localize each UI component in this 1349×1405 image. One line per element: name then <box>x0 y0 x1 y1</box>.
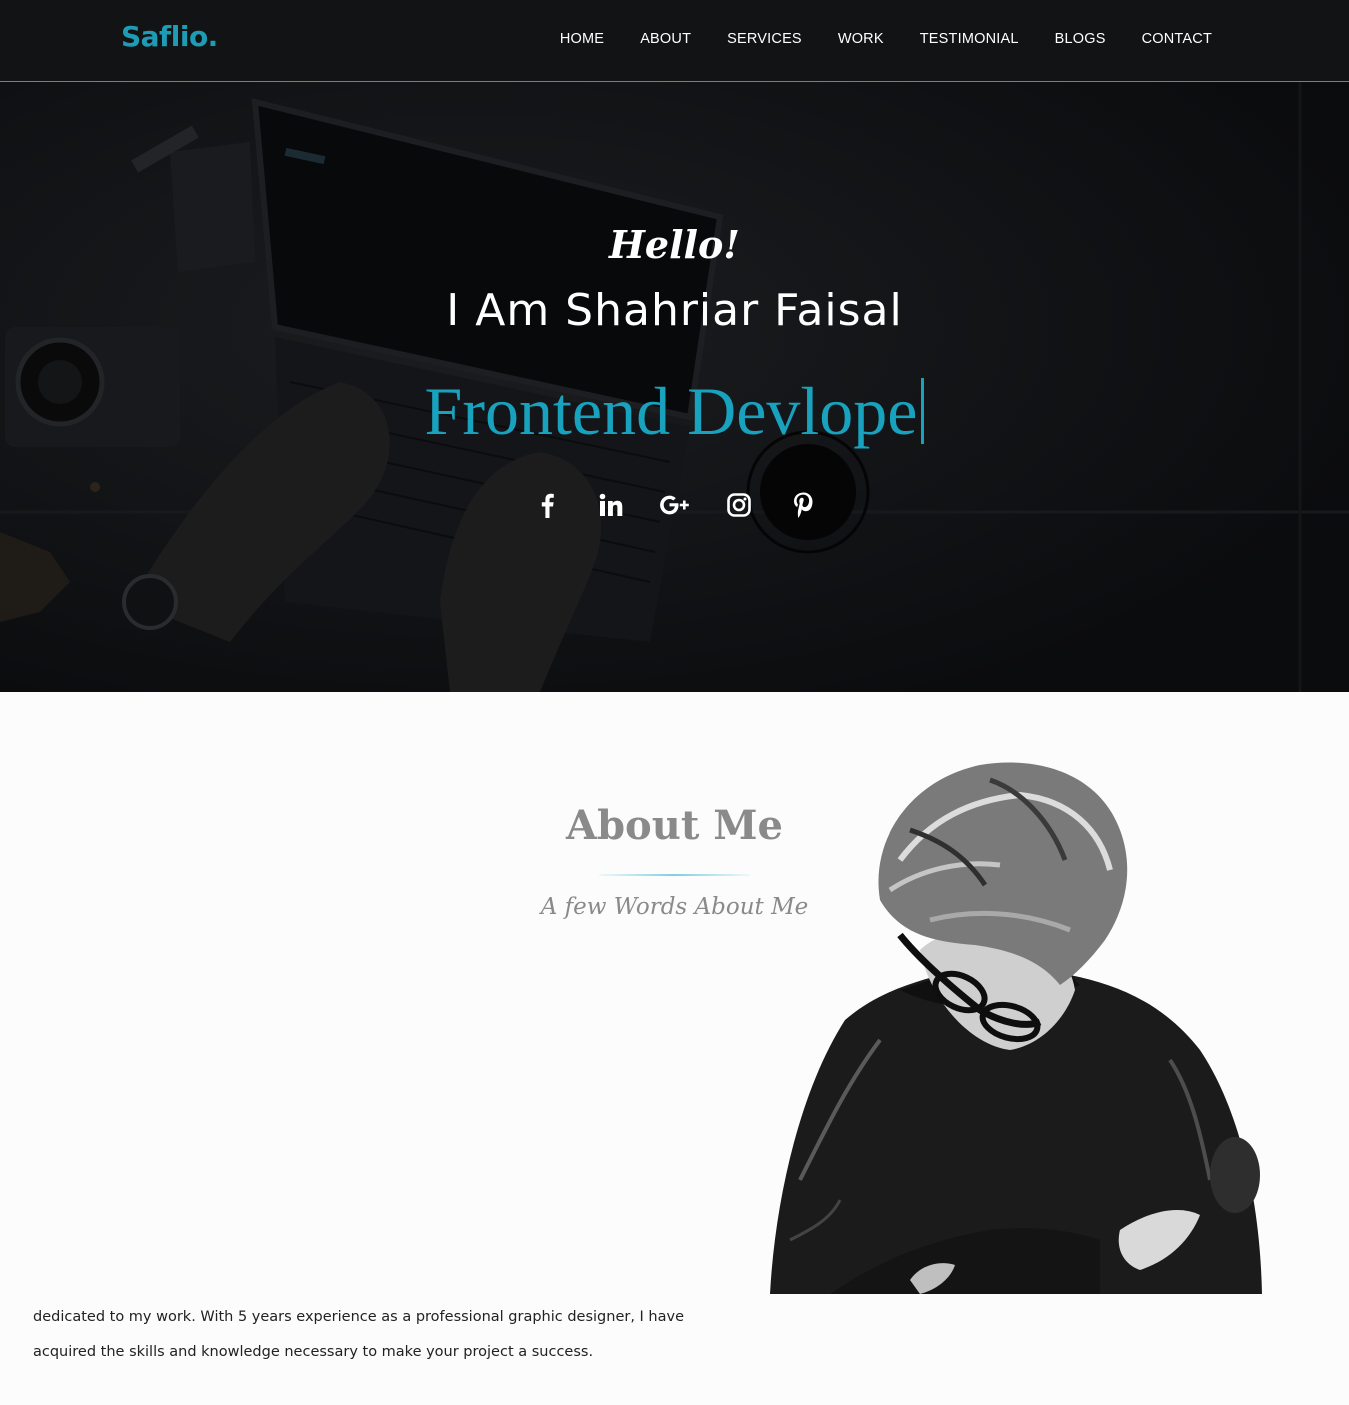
nav-contact[interactable]: CONTACT <box>1142 31 1212 47</box>
pinterest-icon <box>793 492 812 518</box>
nav-testimonial[interactable]: TESTIMONIAL <box>920 31 1019 47</box>
hero-name: I Am Shahriar Faisal <box>446 285 903 336</box>
about-divider <box>599 874 750 876</box>
linkedin-icon <box>599 493 622 516</box>
pinterest-link[interactable] <box>783 485 823 525</box>
about-text-line: dedicated to my work. With 5 years exper… <box>33 1309 685 1325</box>
typing-cursor <box>921 378 925 444</box>
about-text-line: acquired the skills and knowledge necess… <box>33 1344 594 1360</box>
hero-role: Frontend Devlope <box>0 372 1349 451</box>
hero-greeting: Hello! <box>609 222 740 267</box>
nav-services[interactable]: SERVICES <box>727 31 802 47</box>
about-section: About Me A few Words About Me dedicated … <box>0 692 1349 1405</box>
brand-logo[interactable]: Saflio. <box>121 20 218 53</box>
google-plus-icon <box>659 495 689 515</box>
facebook-icon <box>541 493 554 518</box>
about-title: About Me <box>566 802 783 849</box>
google-plus-link[interactable] <box>655 485 695 525</box>
nav-blogs[interactable]: BLOGS <box>1055 31 1106 47</box>
about-description: dedicated to my work. With 5 years exper… <box>33 1300 693 1370</box>
hero-section: Hello! I Am Shahriar Faisal Frontend Dev… <box>0 82 1349 692</box>
linkedin-link[interactable] <box>591 485 631 525</box>
nav-about[interactable]: ABOUT <box>640 31 691 47</box>
hero-role-text: Frontend Devlope <box>424 373 918 449</box>
social-links <box>0 485 1349 525</box>
facebook-link[interactable] <box>527 485 567 525</box>
hero-content: Hello! I Am Shahriar Faisal Frontend Dev… <box>0 82 1349 692</box>
instagram-icon <box>726 493 751 517</box>
nav-work[interactable]: WORK <box>838 31 884 47</box>
nav-menu: HOME ABOUT SERVICES WORK TESTIMONIAL BLO… <box>560 31 1212 47</box>
nav-home[interactable]: HOME <box>560 31 604 47</box>
about-subtitle: A few Words About Me <box>540 894 809 920</box>
instagram-link[interactable] <box>719 485 759 525</box>
navbar: Saflio. HOME ABOUT SERVICES WORK TESTIMO… <box>0 0 1349 82</box>
